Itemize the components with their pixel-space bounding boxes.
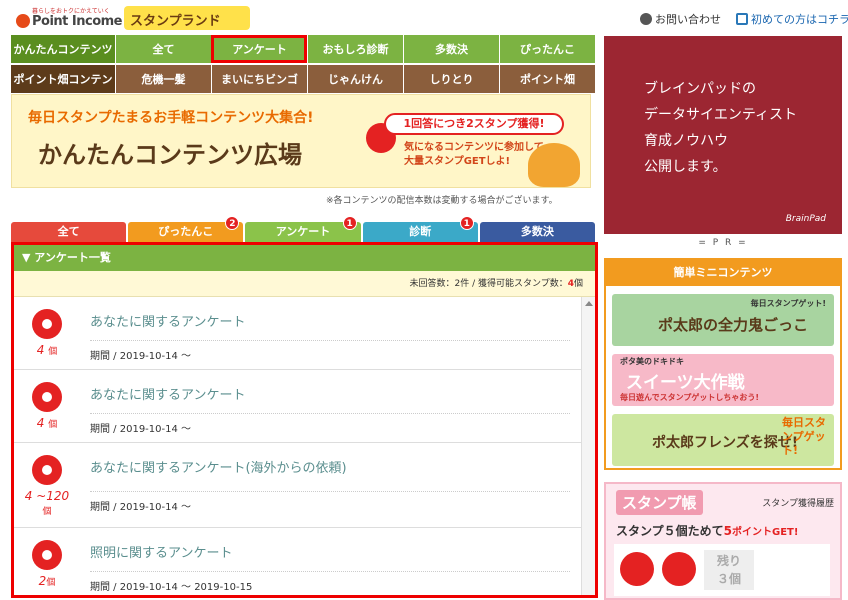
sweets-game-banner[interactable]: ポタ美のドキドキ スイーツ大作戦 毎日遊んでスタンプゲットしちゃおう! [612,354,834,406]
content-nav: かんたんコンテンツ 全て アンケート おもしろ診断 多数決 ぴったんこ ポイント… [11,35,595,93]
survey-list-heading[interactable]: ▼ アンケート一覧 [14,245,595,271]
nav-item-diagnosis[interactable]: おもしろ診断 [307,35,403,63]
friends-game-banner[interactable]: ポ太郎フレンズを探せ! 毎日スタンプゲット! [612,414,834,466]
tab-all[interactable]: 全て [11,222,127,242]
tab-badge: 2 [225,216,240,230]
survey-scrollbar[interactable] [581,297,595,595]
nav-item-all[interactable]: 全て [115,35,211,63]
banner-pill: 1回答につき2スタンプ獲得! [384,113,564,135]
survey-period: 期間 / 2019-10-14 ～ [90,491,570,513]
mini-contents-heading: 簡単ミニコンテンツ [606,260,840,286]
ad-brand: BrainPad [785,214,826,224]
flower-stamp-icon [32,540,62,570]
survey-summary: 未回答数：2件 / 獲得可能スタンプ数：4個 [14,271,595,297]
stamp-land-logo[interactable]: スタンプランド [124,6,250,30]
tab-badge: 1 [342,216,357,230]
nav-item-majority[interactable]: 多数決 [403,35,499,63]
nav-item-kikiippatsu[interactable]: 危機一髪 [115,65,211,93]
scroll-up-icon[interactable] [585,301,593,306]
stamp-count: 4 ~120 個 [24,489,70,517]
stamp-count: 2個 [38,574,56,588]
mini-contents: 簡単ミニコンテンツ 毎日スタンプゲット! ポ太郎の全力鬼ごっこ ポタ美のドキドキ… [604,258,842,470]
first-time-link[interactable]: 初めての方はコチラ [736,11,848,27]
book-icon [736,13,748,25]
stamp-card-title: スタンプ帳 [616,490,703,515]
flower-stamp-icon [620,552,654,586]
survey-item[interactable]: 4 ~120 個 あなたに関するアンケート(海外からの依頼) 期間 / 2019-… [14,443,582,528]
stamp-card: スタンプ帳 スタンプ獲得履歴 スタンプ５個ためて5ポイントGET! 残り ３個 [604,482,842,600]
stamp-history-link[interactable]: スタンプ獲得履歴 [762,496,834,509]
stamp-count: 4 個 [36,416,58,430]
survey-title[interactable]: 照明に関するアンケート [90,542,232,561]
pr-label: = P R = [698,238,748,248]
survey-period: 期間 / 2019-10-14 ～ [90,413,570,435]
survey-item[interactable]: 4 個 あなたに関するアンケート 期間 / 2019-10-14 ～ [14,370,582,443]
remaining-stamps: 残り ３個 [704,550,754,590]
tab-survey[interactable]: アンケート 1 [245,216,361,242]
banner-headline: 毎日スタンプたまるお手軽コンテンツ大集合! [28,110,314,126]
survey-period: 期間 / 2019-10-14 ～ [90,340,570,362]
flower-stamp-icon [32,382,62,412]
nav-row-easy: かんたんコンテンツ 全て アンケート おもしろ診断 多数決 ぴったんこ [11,35,595,63]
brainpad-ad[interactable]: ブレインパッドの データサイエンティスト 育成ノウハウ 公開します。 Brain… [604,36,842,234]
contact-link[interactable]: お問い合わせ [640,11,721,27]
flower-stamp-icon [662,552,696,586]
tab-pittanko[interactable]: ぴったんこ 2 [128,216,244,242]
stamp-goal: スタンプ５個ためて5ポイントGET! [616,524,799,538]
content-tabs: 全て ぴったんこ 2 アンケート 1 診断 1 多数決 [11,216,596,242]
survey-period: 期間 / 2019-10-14 ～ 2019-10-15 [90,571,570,593]
mascot-icon [528,143,580,187]
nav-item-point-field[interactable]: ポイント畑 [499,65,595,93]
nav-category-point-field[interactable]: ポイント畑コンテン [11,65,115,93]
tab-diagnosis[interactable]: 診断 1 [362,216,478,242]
flower-stamp-icon [32,309,62,339]
tab-badge: 1 [459,216,474,230]
nav-category-easy[interactable]: かんたんコンテンツ [11,35,115,63]
stamp-slots: 残り ３個 [614,544,830,596]
question-icon [640,13,652,25]
stamp-count: 4 個 [36,343,58,357]
nav-row-point-field: ポイント畑コンテン 危機一髪 まいにちビンゴ じゃんけん しりとり ポイント畑 [11,65,595,93]
banner-title: かんたんコンテンツ広場 [38,141,302,169]
survey-list: 4 個 あなたに関するアンケート 期間 / 2019-10-14 ～ 4 個 あ… [14,297,582,595]
survey-item[interactable]: 2個 照明に関するアンケート 期間 / 2019-10-14 ～ 2019-10… [14,528,582,595]
nav-item-pittanko[interactable]: ぴったんこ [499,35,595,63]
logo-name: Point Income [32,14,123,29]
nav-item-bingo[interactable]: まいにちビンゴ [211,65,307,93]
flower-stamp-icon [32,455,62,485]
logo-mark-icon [16,14,30,28]
nav-item-janken[interactable]: じゃんけん [307,65,403,93]
tag-game-banner[interactable]: 毎日スタンプゲット! ポ太郎の全力鬼ごっこ [612,294,834,346]
survey-title[interactable]: あなたに関するアンケート(海外からの依頼) [90,457,347,476]
ad-text: ブレインパッドの データサイエンティスト 育成ノウハウ 公開します。 [644,81,798,175]
survey-panel: ▼ アンケート一覧 未回答数：2件 / 獲得可能スタンプ数：4個 4 個 あなた… [11,242,598,598]
distribution-note: ※各コンテンツの配信本数は変動する場合がございます。 [326,196,558,206]
site-header: 暮らしをおトクにかえていく Point Income スタンプランド お問い合わ… [0,0,848,34]
survey-title[interactable]: あなたに関するアンケート [90,384,245,403]
banner-subtext: 気になるコンテンツに参加して 大量スタンプGETしよ! [404,142,544,167]
survey-title[interactable]: あなたに関するアンケート [90,311,245,330]
tab-majority[interactable]: 多数決 [479,222,596,242]
nav-item-survey[interactable]: アンケート [211,35,307,63]
promo-banner: 毎日スタンプたまるお手軽コンテンツ大集合! かんたんコンテンツ広場 1回答につき… [11,94,591,188]
nav-item-shiritori[interactable]: しりとり [403,65,499,93]
survey-item[interactable]: 4 個 あなたに関するアンケート 期間 / 2019-10-14 ～ [14,297,582,370]
point-income-logo[interactable]: 暮らしをおトクにかえていく Point Income [14,6,123,30]
